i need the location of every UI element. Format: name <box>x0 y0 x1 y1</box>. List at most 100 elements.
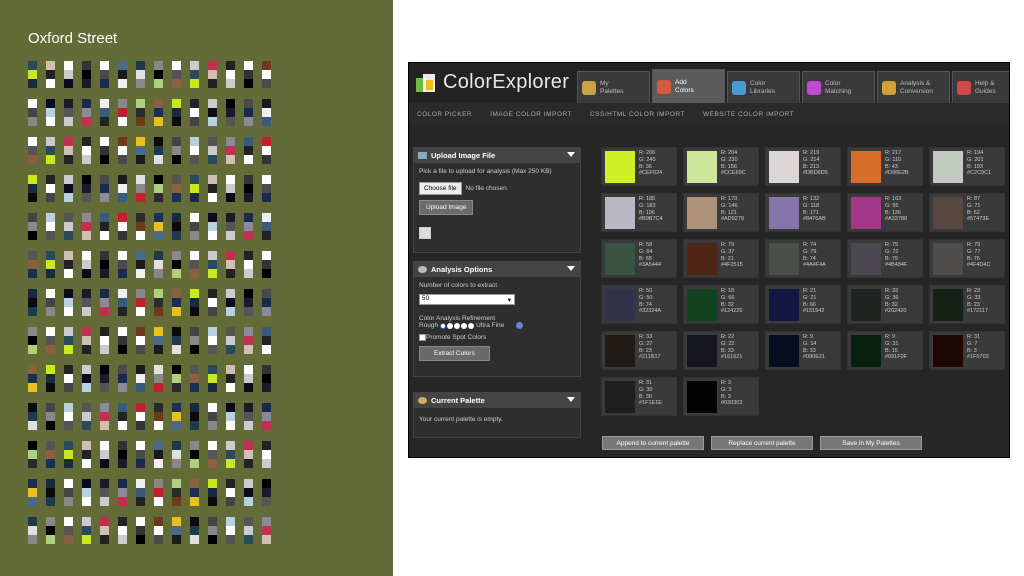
upload-panel-header[interactable]: Upload Image File <box>414 148 580 163</box>
color-strip <box>100 213 109 240</box>
color-swatch[interactable]: R: 185 G: 183 B: 196 #B9B7C4 <box>601 193 677 232</box>
subnav-item[interactable]: CSS/HTML COLOR IMPORT <box>590 111 685 118</box>
refinement-radio[interactable] <box>447 322 454 329</box>
color-swatch[interactable]: R: 58 G: 84 B: 68 #3A5444 <box>601 239 677 278</box>
collapse-icon[interactable] <box>567 266 575 271</box>
swatch-color <box>605 197 635 229</box>
color-strip <box>118 327 127 354</box>
color-strip <box>172 327 181 354</box>
swatch-color <box>769 243 799 275</box>
refinement-radio[interactable] <box>440 322 447 329</box>
color-swatch[interactable]: R: 217 G: 110 B: 43 #D96E2B <box>847 147 923 186</box>
color-swatch[interactable]: R: 31 G: 7 B: 3 #1F0703 <box>929 331 1005 370</box>
image-icon <box>418 152 427 159</box>
color-swatch[interactable]: R: 22 G: 22 B: 33 #161621 <box>683 331 759 370</box>
swatch-values: R: 79 G: 77 B: 76 #4F4D4C <box>967 242 991 269</box>
color-strip <box>262 289 271 316</box>
color-strip <box>172 403 181 430</box>
gear-icon <box>418 266 427 273</box>
color-strip <box>226 403 235 430</box>
subnav-item[interactable]: IMAGE COLOR IMPORT <box>490 111 572 118</box>
save-palette-button[interactable]: Save in My Palettes <box>820 436 922 450</box>
color-strip <box>262 137 271 164</box>
color-swatch[interactable]: R: 32 G: 36 B: 32 #202420 <box>847 285 923 324</box>
tab-libraries[interactable]: Color Libraries <box>727 71 800 103</box>
tab-matching[interactable]: Color Matching <box>802 71 875 103</box>
tab-conversion[interactable]: Analysis & Conversion <box>877 71 950 103</box>
tab-palettes[interactable]: My Palettes <box>577 71 650 103</box>
color-strip <box>208 99 217 126</box>
color-strip <box>136 213 145 240</box>
color-strip <box>136 517 145 544</box>
promote-spot-label: Promote Spot Colors <box>426 334 487 341</box>
color-strip <box>28 365 37 392</box>
swatch-values: R: 194 G: 201 B: 193 #C2C9C1 <box>967 150 992 177</box>
refinement-radio[interactable] <box>454 322 461 329</box>
swatch-values: R: 31 G: 30 B: 30 #1F1E1E <box>639 380 662 407</box>
color-swatch[interactable]: R: 21 G: 21 B: 66 #151542 <box>765 285 841 324</box>
refinement-radio-group[interactable] <box>440 322 475 329</box>
color-strip <box>136 441 145 468</box>
subnav-item[interactable]: WEBSITE COLOR IMPORT <box>703 111 794 118</box>
color-strip <box>208 479 217 506</box>
upload-image-button[interactable]: Upload Image <box>419 200 474 215</box>
color-swatch[interactable]: R: 163 G: 55 B: 136 #A33788 <box>847 193 923 232</box>
refinement-radio[interactable] <box>468 322 475 329</box>
color-swatch[interactable]: R: 31 G: 30 B: 30 #1F1E1E <box>601 377 677 416</box>
color-swatch[interactable]: R: 206 G: 240 B: 36 #CEF024 <box>601 147 677 186</box>
append-palette-button[interactable]: Append to current palette <box>602 436 704 450</box>
color-swatch[interactable]: R: 75 G: 72 B: 79 #4B484F <box>847 239 923 278</box>
num-colors-select[interactable]: 50 ▾ <box>419 294 515 305</box>
color-swatch[interactable]: R: 18 G: 66 B: 32 #124220 <box>683 285 759 324</box>
color-strip <box>244 213 253 240</box>
extract-colors-button[interactable]: Extract Colors <box>419 346 490 361</box>
tab-guides[interactable]: Help & Guides <box>952 71 1009 103</box>
current-palette-title: Current Palette <box>431 396 485 405</box>
color-swatch[interactable]: R: 79 G: 37 B: 21 #4F2515 <box>683 239 759 278</box>
color-swatch[interactable]: R: 74 G: 79 B: 74 #4A4F4A <box>765 239 841 278</box>
analysis-options-header[interactable]: Analysis Options <box>414 262 580 277</box>
swatch-color <box>769 289 799 321</box>
color-swatch[interactable]: R: 219 G: 214 B: 213 #DBD6D5 <box>765 147 841 186</box>
color-strip <box>100 327 109 354</box>
swatch-values: R: 50 G: 50 B: 74 #32324A <box>639 288 662 315</box>
color-strip <box>226 99 235 126</box>
color-swatch[interactable]: R: 132 G: 118 B: 171 #8476AB <box>765 193 841 232</box>
color-strip <box>64 441 73 468</box>
color-strip <box>118 137 127 164</box>
info-icon[interactable] <box>516 322 524 329</box>
color-strip <box>136 479 145 506</box>
collapse-icon[interactable] <box>567 397 575 402</box>
color-strip <box>172 251 181 278</box>
color-strip <box>226 137 235 164</box>
tab-colors[interactable]: Add Colors <box>652 69 725 103</box>
color-strip <box>46 441 55 468</box>
color-swatch[interactable]: R: 194 G: 201 B: 193 #C2C9C1 <box>929 147 1005 186</box>
color-strip <box>154 175 163 202</box>
choose-file-button[interactable]: Choose file <box>419 182 462 195</box>
color-strip <box>244 441 253 468</box>
color-swatch[interactable]: R: 173 G: 146 B: 121 #AD9279 <box>683 193 759 232</box>
swatch-values: R: 75 G: 72 B: 79 #4B484F <box>885 242 908 269</box>
color-swatch[interactable]: R: 204 G: 230 B: 156 #CCE69C <box>683 147 759 186</box>
color-strip <box>118 175 127 202</box>
subnav-item[interactable]: COLOR PICKER <box>417 111 472 118</box>
replace-palette-button[interactable]: Replace current palette <box>711 436 813 450</box>
swatch-color <box>605 335 635 367</box>
color-swatch[interactable]: R: 50 G: 50 B: 74 #32324A <box>601 285 677 324</box>
color-swatch[interactable]: R: 23 G: 33 B: 23 #172117 <box>929 285 1005 324</box>
color-strip <box>82 403 91 430</box>
color-swatch[interactable]: R: 79 G: 77 B: 76 #4F4D4C <box>929 239 1005 278</box>
app-logo[interactable]: ColorExplorer <box>415 71 569 94</box>
color-swatch[interactable]: R: 87 G: 71 B: 62 #57473E <box>929 193 1005 232</box>
color-swatch[interactable]: R: 33 G: 27 B: 23 #211B17 <box>601 331 677 370</box>
color-swatch[interactable]: R: 9 G: 31 B: 15 #091F0F <box>847 331 923 370</box>
color-strip <box>82 99 91 126</box>
collapse-icon[interactable] <box>567 152 575 157</box>
color-swatch[interactable]: R: 9 G: 14 B: 33 #090E21 <box>765 331 841 370</box>
refinement-radio[interactable] <box>461 322 468 329</box>
color-strip <box>64 289 73 316</box>
promote-spot-checkbox[interactable] <box>419 334 426 341</box>
current-palette-header[interactable]: Current Palette <box>414 393 580 408</box>
color-swatch[interactable]: R: 3 G: 3 B: 3 #030303 <box>683 377 759 416</box>
